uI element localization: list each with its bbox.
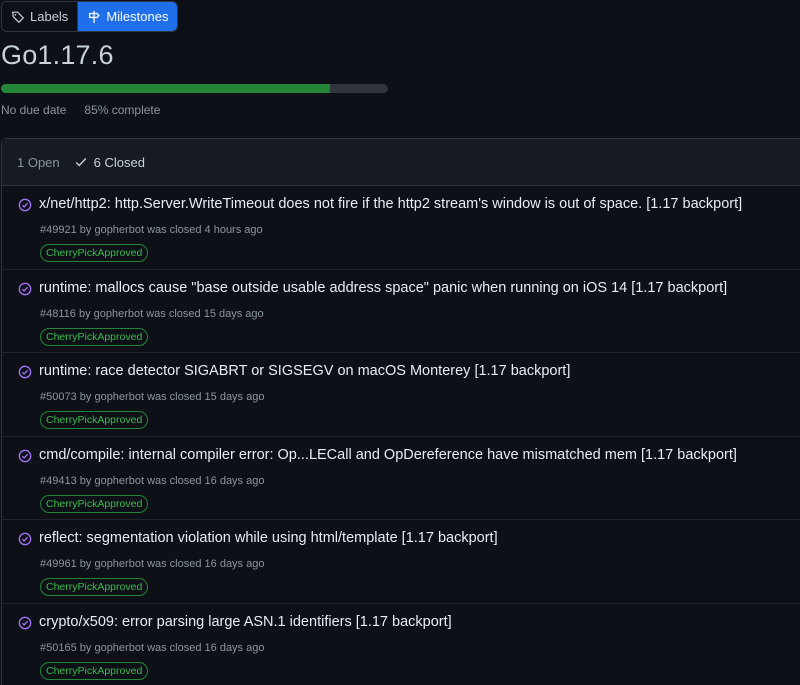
issue-label[interactable]: CherryPickApproved <box>40 494 149 513</box>
issue-closed-icon <box>18 449 32 462</box>
milestones-button[interactable]: Milestones <box>77 2 178 31</box>
issue-author[interactable]: gopherbot <box>94 308 144 320</box>
issue-author[interactable]: gopherbot <box>94 642 144 654</box>
closed-issues-label: 6 Closed <box>93 154 145 170</box>
issue-title[interactable]: reflect: segmentation violation while us… <box>39 530 498 546</box>
issue-label[interactable]: CherryPickApproved <box>40 244 149 262</box>
check-icon <box>75 158 86 167</box>
issue-author[interactable]: gopherbot <box>94 558 144 570</box>
tag-icon <box>12 11 25 23</box>
issue-row: runtime: race detector SIGABRT or SIGSEG… <box>2 353 800 437</box>
issue-closed-time: was closed 15 days ago <box>147 391 265 403</box>
labels-milestones-switch: Labels Milestones <box>1 1 179 32</box>
issue-author[interactable]: gopherbot <box>94 391 144 403</box>
issue-row: runtime: mallocs cause "base outside usa… <box>2 270 800 353</box>
issue-row: x/net/http2: http.Server.WriteTimeout do… <box>2 186 800 270</box>
closed-issues-filter[interactable]: 6 Closed <box>74 155 145 170</box>
issues-list: 1 Open 6 Closed x/net/http2: http.Server… <box>1 138 800 685</box>
open-issues-label: 1 Open <box>17 154 60 170</box>
issue-closed-icon <box>18 198 32 212</box>
issue-author[interactable]: gopherbot <box>94 224 144 236</box>
issue-label[interactable]: CherryPickApproved <box>40 411 149 429</box>
labels-button[interactable]: Labels <box>2 2 78 31</box>
milestone-page: Labels Milestones Go1.17.6 No due date 8… <box>0 0 800 685</box>
issue-meta: #49921 by gopherbot was closed 4 hours a… <box>40 224 263 236</box>
percent-complete-text: 85% complete <box>84 103 161 117</box>
issue-closed-icon <box>18 282 32 295</box>
issue-label[interactable]: CherryPickApproved <box>40 578 149 596</box>
milestone-icon <box>89 10 101 23</box>
milestone-progress-fill <box>1 84 330 93</box>
issues-list-header: 1 Open 6 Closed <box>2 139 800 186</box>
issue-meta: #49961 by gopherbot was closed 16 days a… <box>40 558 265 570</box>
issue-meta: #48116 by gopherbot was closed 15 days a… <box>40 307 264 320</box>
issue-title[interactable]: runtime: race detector SIGABRT or SIGSEG… <box>39 363 570 379</box>
issue-author[interactable]: gopherbot <box>94 475 144 487</box>
issue-closed-icon <box>18 365 32 379</box>
issue-closed-icon <box>18 532 32 546</box>
issue-number: #50165 <box>40 641 77 654</box>
issue-title[interactable]: runtime: mallocs cause "base outside usa… <box>39 280 727 296</box>
issue-meta: #50165 by gopherbot was closed 16 days a… <box>40 641 265 654</box>
milestone-meta: No due date 85% complete <box>1 103 160 117</box>
issue-number: #49413 <box>40 474 77 487</box>
issue-meta: #50073 by gopherbot was closed 15 days a… <box>40 391 265 403</box>
labels-button-label: Labels <box>30 9 69 24</box>
open-issues-filter[interactable]: 1 Open <box>17 155 60 170</box>
issue-closed-time: was closed 16 days ago <box>147 641 265 654</box>
issue-rows: x/net/http2: http.Server.WriteTimeout do… <box>2 186 800 685</box>
issue-title[interactable]: crypto/x509: error parsing large ASN.1 i… <box>39 614 452 630</box>
issue-number: #49921 <box>40 224 77 236</box>
milestones-button-label: Milestones <box>106 9 169 24</box>
issue-meta: #49413 by gopherbot was closed 16 days a… <box>40 474 265 487</box>
issue-title[interactable]: cmd/compile: internal compiler error: Op… <box>39 447 737 463</box>
issue-closed-icon <box>18 616 32 629</box>
issue-closed-time: was closed 16 days ago <box>147 558 265 570</box>
issue-title[interactable]: x/net/http2: http.Server.WriteTimeout do… <box>39 196 742 212</box>
issue-number: #49961 <box>40 558 77 570</box>
milestone-title: Go1.17.6 <box>1 40 114 70</box>
issue-closed-time: was closed 16 days ago <box>147 474 265 487</box>
issue-label[interactable]: CherryPickApproved <box>40 327 149 346</box>
issue-row: crypto/x509: error parsing large ASN.1 i… <box>2 604 800 685</box>
issue-closed-time: was closed 4 hours ago <box>147 224 263 236</box>
issue-row: cmd/compile: internal compiler error: Op… <box>2 437 800 520</box>
issue-number: #48116 <box>40 307 76 320</box>
issue-label[interactable]: CherryPickApproved <box>40 661 149 680</box>
issue-closed-time: was closed 15 days ago <box>146 307 264 320</box>
due-date-text: No due date <box>1 103 67 117</box>
milestone-progress-bar <box>1 84 388 93</box>
issue-number: #50073 <box>40 391 77 403</box>
issue-row: reflect: segmentation violation while us… <box>2 520 800 604</box>
